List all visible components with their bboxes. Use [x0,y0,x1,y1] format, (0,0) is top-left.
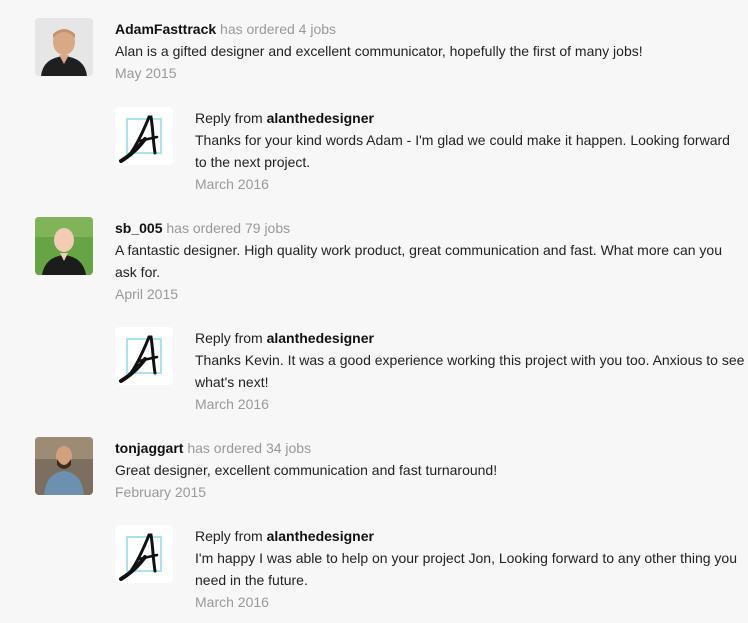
reviewer-name[interactable]: tonjaggart [115,440,183,456]
reply-date: March 2016 [195,594,269,610]
review-text: A fantastic designer. High quality work … [115,242,722,280]
seller-name[interactable]: alanthedesigner [267,528,374,544]
reply-text: Thanks Kevin. It was a good experience w… [195,352,745,390]
reviewer-name[interactable]: AdamFasttrack [115,21,216,37]
user-avatar-icon [35,18,93,76]
seller-logo[interactable] [115,107,173,165]
reply-prefix: Reply from [195,330,263,346]
review-date: February 2015 [115,484,207,500]
alanthedesigner-logo-icon [115,327,173,385]
reply-date: March 2016 [195,176,269,192]
avatar[interactable] [35,437,93,495]
reply-prefix: Reply from [195,528,263,544]
alanthedesigner-logo-icon [115,107,173,165]
avatar[interactable] [35,217,93,275]
reply-text: I'm happy I was able to help on your pro… [195,550,737,588]
reply-prefix: Reply from [195,110,263,126]
review-date: April 2015 [115,286,179,302]
order-count: has ordered 34 jobs [187,440,312,456]
review-text: Alan is a gifted designer and excellent … [115,43,643,59]
seller-logo[interactable] [115,525,173,583]
review-date: May 2015 [115,65,177,81]
seller-name[interactable]: alanthedesigner [267,330,374,346]
avatar[interactable] [35,18,93,76]
alanthedesigner-logo-icon [115,525,173,583]
seller-name[interactable]: alanthedesigner [267,110,374,126]
reply-text: Thanks for your kind words Adam - I'm gl… [195,132,730,170]
review-text: Great designer, excellent communication … [115,462,498,478]
reply-date: March 2016 [195,396,269,412]
order-count: has ordered 4 jobs [220,21,337,37]
user-avatar-icon [35,437,93,495]
reviewer-name[interactable]: sb_005 [115,220,162,236]
order-count: has ordered 79 jobs [166,220,291,236]
user-avatar-icon [35,217,93,275]
seller-logo[interactable] [115,327,173,385]
